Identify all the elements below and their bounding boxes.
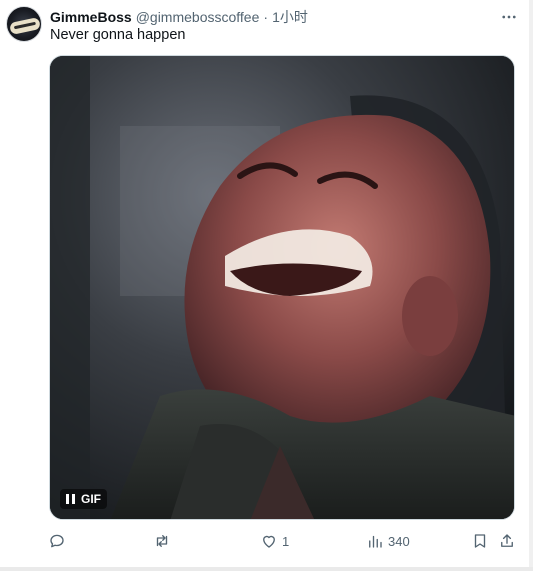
timestamp[interactable]: 1小时 [272,7,308,27]
divider [0,567,533,571]
gif-label: GIF [81,492,101,506]
retweet-button[interactable] [153,530,175,552]
separator-dot: · [263,9,269,25]
more-icon[interactable] [497,7,521,27]
views-icon [369,535,382,548]
heart-icon [263,535,275,548]
gif-controls[interactable]: GIF [60,489,107,509]
laughing-man-gif [50,56,514,519]
display-name[interactable]: GimmeBoss [50,9,132,25]
tweet[interactable]: GimmeBoss @gimmebosscoffee · 1小时 Never g… [0,0,533,571]
reply-icon [50,534,64,548]
avatar[interactable] [6,6,42,42]
share-button[interactable] [498,530,516,552]
like-count: 1 [282,533,290,549]
views-count: 340 [388,533,410,549]
bookmark-button[interactable] [471,530,489,552]
gif-media[interactable]: GIF [49,55,515,520]
reply-button[interactable] [48,530,70,552]
pause-icon[interactable] [66,494,75,504]
like-button[interactable]: 1 [260,530,289,552]
scrollbar[interactable] [529,0,533,571]
views-button[interactable]: 340 [366,530,410,552]
share-icon [501,534,513,547]
tweet-header: GimmeBoss @gimmebosscoffee · 1小时 [50,7,523,27]
retweet-icon [156,535,168,547]
user-handle[interactable]: @gimmebosscoffee [136,9,260,25]
avatar-logo-icon [9,17,41,35]
tweet-actions: 1 340 [48,530,520,552]
tweet-text: Never gonna happen [50,27,186,43]
bookmark-icon [474,534,486,548]
